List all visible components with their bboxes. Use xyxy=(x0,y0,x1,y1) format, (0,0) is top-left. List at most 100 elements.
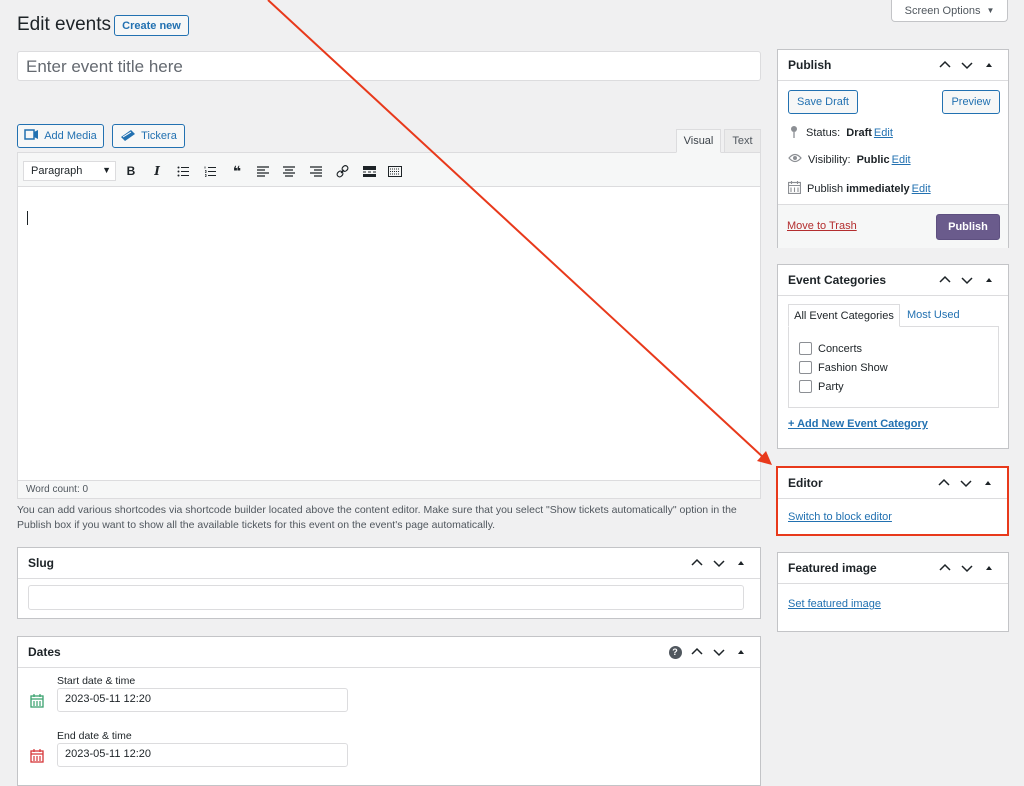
category-checkbox[interactable] xyxy=(799,361,812,374)
caret-down-icon: ▼ xyxy=(102,165,111,175)
create-new-label: Create new xyxy=(122,19,181,32)
align-right-icon[interactable] xyxy=(307,162,325,180)
schedule-label: Publish xyxy=(807,183,844,195)
chevron-up-icon[interactable] xyxy=(936,56,954,74)
chevron-up-icon[interactable] xyxy=(936,559,954,577)
status-value: Draft xyxy=(846,127,872,139)
create-new-button[interactable]: Create new xyxy=(114,15,189,36)
edit-visibility-link[interactable]: Edit xyxy=(892,154,911,166)
link-icon[interactable] xyxy=(333,162,351,180)
edit-schedule-link[interactable]: Edit xyxy=(912,183,931,195)
move-to-trash-link[interactable]: Move to Trash xyxy=(787,220,857,232)
category-label: Party xyxy=(818,380,844,393)
caret-up-icon[interactable] xyxy=(732,643,750,661)
visibility-value: Public xyxy=(856,153,890,166)
publish-box-header[interactable]: Publish xyxy=(778,50,1008,81)
calendar-icon xyxy=(787,181,802,197)
screen-options-label: Screen Options xyxy=(904,4,981,17)
featured-box-header[interactable]: Featured image xyxy=(778,553,1008,584)
categories-box-header[interactable]: Event Categories xyxy=(778,265,1008,296)
blockquote-icon[interactable]: ❝ xyxy=(228,162,246,180)
chevron-up-icon[interactable] xyxy=(936,271,954,289)
box-controls xyxy=(936,56,998,74)
chevron-up-icon[interactable] xyxy=(935,474,953,492)
slug-input[interactable] xyxy=(28,585,744,610)
category-item[interactable]: Concerts xyxy=(799,342,862,355)
visibility-label: Visibility: xyxy=(808,153,851,166)
publish-button[interactable]: Publish xyxy=(936,214,1000,240)
calendar-end-icon[interactable] xyxy=(30,749,44,766)
tab-most-used[interactable]: Most Used xyxy=(907,309,960,321)
tab-all-label: All Event Categories xyxy=(794,309,894,322)
box-controls xyxy=(688,554,750,572)
categories-box-title: Event Categories xyxy=(788,273,887,287)
status-label: Status: xyxy=(806,127,841,139)
tickera-button[interactable]: Tickera xyxy=(112,124,185,148)
save-draft-button[interactable]: Save Draft xyxy=(788,90,858,114)
end-date-input[interactable]: 2023-05-11 12:20 xyxy=(57,743,348,767)
bold-icon[interactable]: B xyxy=(122,162,140,180)
align-center-icon[interactable] xyxy=(280,162,298,180)
tab-visual[interactable]: Visual xyxy=(676,129,721,153)
tab-all-event-categories[interactable]: All Event Categories xyxy=(788,304,900,327)
tab-text[interactable]: Text xyxy=(724,129,761,153)
title-placeholder: Enter event title here xyxy=(26,57,183,76)
category-checkbox[interactable] xyxy=(799,342,812,355)
toolbar-toggle-icon[interactable] xyxy=(386,162,404,180)
slug-box-header[interactable]: Slug xyxy=(18,548,760,579)
box-controls xyxy=(936,271,998,289)
box-controls xyxy=(935,474,997,492)
category-item[interactable]: Party xyxy=(799,380,844,393)
edit-status-link[interactable]: Edit xyxy=(874,127,893,139)
align-left-icon[interactable] xyxy=(254,162,272,180)
screen-options-button[interactable]: Screen Options ▼ xyxy=(891,0,1008,22)
chevron-down-icon[interactable] xyxy=(710,643,728,661)
chevron-up-icon[interactable] xyxy=(688,554,706,572)
dates-box-header[interactable]: Dates ? xyxy=(18,637,760,668)
add-media-button[interactable]: Add Media xyxy=(17,124,104,148)
slug-box-title: Slug xyxy=(28,556,54,570)
preview-button[interactable]: Preview xyxy=(942,90,1000,114)
dates-box: Dates ? Start date & time 2023-05-11 12:… xyxy=(17,636,761,786)
italic-icon[interactable]: I xyxy=(148,162,166,180)
publish-box: Publish Save Draft Preview Status: Draft… xyxy=(777,49,1009,248)
numbered-list-icon[interactable] xyxy=(201,162,219,180)
chevron-down-icon[interactable] xyxy=(958,56,976,74)
start-date-input[interactable]: 2023-05-11 12:20 xyxy=(57,688,348,712)
caret-up-icon[interactable] xyxy=(980,271,998,289)
caret-up-icon[interactable] xyxy=(980,559,998,577)
caret-up-icon[interactable] xyxy=(732,554,750,572)
format-select-value: Paragraph xyxy=(31,165,83,177)
caret-down-icon: ▼ xyxy=(986,6,995,15)
box-controls xyxy=(936,559,998,577)
featured-box-title: Featured image xyxy=(788,561,877,575)
add-new-category-link[interactable]: + Add New Event Category xyxy=(788,418,928,430)
add-media-label: Add Media xyxy=(44,130,97,142)
category-item[interactable]: Fashion Show xyxy=(799,361,888,374)
bullet-list-icon[interactable] xyxy=(174,162,192,180)
chevron-down-icon[interactable] xyxy=(710,554,728,572)
text-cursor xyxy=(27,211,28,225)
chevron-down-icon[interactable] xyxy=(957,474,975,492)
box-controls: ? xyxy=(666,643,750,661)
content-editor[interactable]: Paragraph ▼ B I ❝ Word count: 0 xyxy=(17,152,761,499)
chevron-down-icon[interactable] xyxy=(958,271,976,289)
category-label: Concerts xyxy=(818,342,863,355)
shortcode-help-text: You can add various shortcodes via short… xyxy=(17,504,737,531)
caret-up-icon[interactable] xyxy=(980,56,998,74)
event-title-input[interactable]: Enter event title here xyxy=(17,51,761,81)
chevron-down-icon[interactable] xyxy=(958,559,976,577)
set-featured-image-link[interactable]: Set featured image xyxy=(788,598,881,610)
chevron-up-icon[interactable] xyxy=(688,643,706,661)
category-checklist: Concerts Fashion Show Party xyxy=(788,326,999,408)
calendar-start-icon[interactable] xyxy=(30,694,44,711)
save-draft-label: Save Draft xyxy=(797,96,849,108)
page-title: Edit events xyxy=(17,14,111,35)
help-icon[interactable]: ? xyxy=(666,643,684,661)
caret-up-icon[interactable] xyxy=(979,474,997,492)
read-more-icon[interactable] xyxy=(360,162,378,180)
category-checkbox[interactable] xyxy=(799,380,812,393)
format-select[interactable]: Paragraph ▼ xyxy=(23,161,116,181)
editor-box-header[interactable]: Editor xyxy=(778,468,1007,499)
switch-to-block-editor-link[interactable]: Switch to block editor xyxy=(788,511,892,523)
